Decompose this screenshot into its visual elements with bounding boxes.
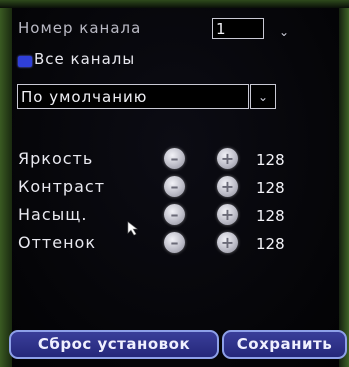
contrast-decrease-button[interactable]: – <box>164 176 185 197</box>
brightness-decrease-button[interactable]: – <box>164 148 185 169</box>
preset-dropdown-button[interactable]: ⌄ <box>250 84 276 109</box>
minus-icon: – <box>170 177 179 196</box>
minus-icon: – <box>170 233 179 252</box>
saturation-increase-button[interactable]: + <box>217 204 238 225</box>
minus-icon: – <box>170 149 179 168</box>
plus-icon: + <box>220 233 235 252</box>
channel-number-select[interactable]: 1 <box>212 18 264 39</box>
contrast-label: Контраст <box>18 177 106 196</box>
plus-icon: + <box>220 177 235 196</box>
brightness-increase-button[interactable]: + <box>217 148 238 169</box>
hue-decrease-button[interactable]: – <box>164 232 185 253</box>
contrast-value: 128 <box>256 179 285 197</box>
chevron-down-icon[interactable]: ⌄ <box>279 25 289 39</box>
preset-select[interactable]: По умолчанию <box>17 84 249 109</box>
reset-settings-button[interactable]: Сброс установок <box>9 330 219 359</box>
saturation-decrease-button[interactable]: – <box>164 204 185 225</box>
hue-label: Оттенок <box>18 233 96 252</box>
channel-number-value: 1 <box>216 20 227 38</box>
saturation-label: Насыщ. <box>18 205 88 224</box>
mouse-pointer-icon <box>127 221 138 236</box>
preset-value: По умолчанию <box>21 88 148 106</box>
monitor-bezel-left <box>0 0 12 367</box>
channel-number-label: Номер канала <box>18 19 142 37</box>
contrast-increase-button[interactable]: + <box>217 176 238 197</box>
brightness-value: 128 <box>256 151 285 169</box>
minus-icon: – <box>170 205 179 224</box>
hue-value: 128 <box>256 235 285 253</box>
save-button[interactable]: Сохранить <box>222 330 347 359</box>
plus-icon: + <box>220 205 235 224</box>
monitor-bezel-top <box>0 0 349 8</box>
all-channels-label: Все каналы <box>34 50 136 68</box>
brightness-label: Яркость <box>18 149 94 168</box>
saturation-value: 128 <box>256 207 285 225</box>
monitor-bezel-right <box>339 0 349 367</box>
all-channels-checkbox[interactable] <box>18 56 32 67</box>
image-settings-panel: Номер канала 1 ⌄ Все каналы По умолчанию… <box>0 0 349 367</box>
chevron-down-icon: ⌄ <box>258 90 269 104</box>
plus-icon: + <box>220 149 235 168</box>
hue-increase-button[interactable]: + <box>217 232 238 253</box>
